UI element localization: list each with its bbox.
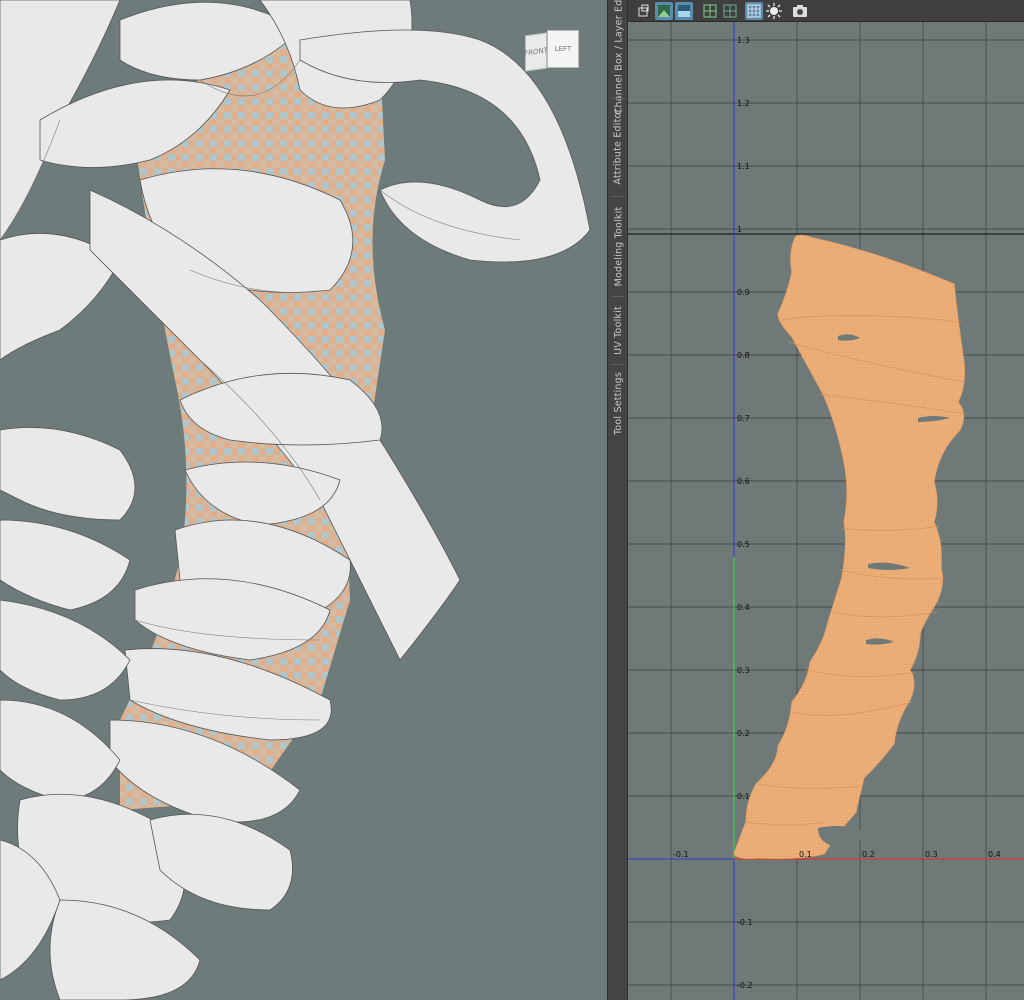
v-tick-label: 0.2 xyxy=(737,729,750,738)
tab-label: Attribute Editor xyxy=(613,107,625,185)
tab-attribute-editor[interactable]: Attribute Editor xyxy=(608,100,629,192)
view-cube-front[interactable]: FRONT xyxy=(524,32,548,72)
v-tick-label: 0.9 xyxy=(737,288,750,297)
tab-label: Channel Box / Layer Editor xyxy=(613,0,624,114)
tab-label: Tool Settings xyxy=(613,371,625,435)
u-axis-tick-labels: -0.1 0.1 0.2 0.3 0.4 xyxy=(673,850,1001,859)
v-tick-label: 1.2 xyxy=(737,99,750,108)
uv-texture-space[interactable]: -0.1 0.1 0.2 0.3 0.4 1.3 1.2 1.1 1 0.9 0.8 0.7 0.6 0… xyxy=(628,22,1024,1000)
v-tick-label: 0.3 xyxy=(737,666,750,675)
pixel-snap-icon[interactable] xyxy=(721,2,739,20)
tab-uv-toolkit[interactable]: UV Toolkit xyxy=(608,298,629,362)
v-tick-label: 0.7 xyxy=(737,414,750,423)
perspective-viewport[interactable]: FRONT LEFT xyxy=(0,0,607,1000)
tab-label: Modeling Toolkit xyxy=(613,206,625,286)
uv-shell-icon[interactable] xyxy=(635,2,653,20)
tab-label: UV Toolkit xyxy=(613,305,625,355)
v-tick-label: 0.4 xyxy=(737,603,750,612)
uv-shell xyxy=(733,234,965,859)
u-tick-label: -0.1 xyxy=(673,850,689,859)
v-tick-label: -0.2 xyxy=(737,981,753,990)
scene-mesh[interactable] xyxy=(0,0,607,1000)
uv-editor[interactable]: -0.1 0.1 0.2 0.3 0.4 1.3 1.2 1.1 1 0.9 0.8 0.7 0.6 0… xyxy=(628,0,1024,1000)
v-tick-label: -0.1 xyxy=(737,918,753,927)
maya-window: FRONT LEFT Channel Box / Layer Editor At… xyxy=(0,0,1024,1000)
grid-toggle-icon[interactable] xyxy=(701,2,719,20)
v-tick-label: 1.3 xyxy=(737,36,750,45)
view-cube[interactable]: FRONT LEFT xyxy=(524,30,581,72)
snapshot-camera-icon[interactable] xyxy=(791,2,809,20)
v-tick-label: 1.1 xyxy=(737,162,750,171)
v-tick-label: 1 xyxy=(737,225,742,234)
tab-modeling-toolkit[interactable]: Modeling Toolkit xyxy=(608,198,629,294)
checker-map-icon[interactable] xyxy=(655,2,673,20)
side-tab-strip: Channel Box / Layer Editor Attribute Edi… xyxy=(607,0,628,1000)
u-tick-label: 0.4 xyxy=(988,850,1001,859)
texture-display-icon[interactable] xyxy=(675,2,693,20)
tab-tool-settings[interactable]: Tool Settings xyxy=(608,366,629,440)
v-tick-label: 0.6 xyxy=(737,477,750,486)
v-tick-label: 0.1 xyxy=(737,792,750,801)
uv-grid-icon[interactable] xyxy=(745,2,763,20)
v-tick-label: 0.5 xyxy=(737,540,750,549)
u-tick-label: 0.1 xyxy=(799,850,812,859)
uv-toolbar xyxy=(628,0,1024,22)
view-cube-left[interactable]: LEFT xyxy=(547,30,579,68)
tab-channel-box-layer-editor[interactable]: Channel Box / Layer Editor xyxy=(608,0,629,114)
v-tick-label: 0.8 xyxy=(737,351,750,360)
shading-icon[interactable] xyxy=(765,2,783,20)
u-tick-label: 0.2 xyxy=(862,850,875,859)
u-tick-label: 0.3 xyxy=(925,850,938,859)
